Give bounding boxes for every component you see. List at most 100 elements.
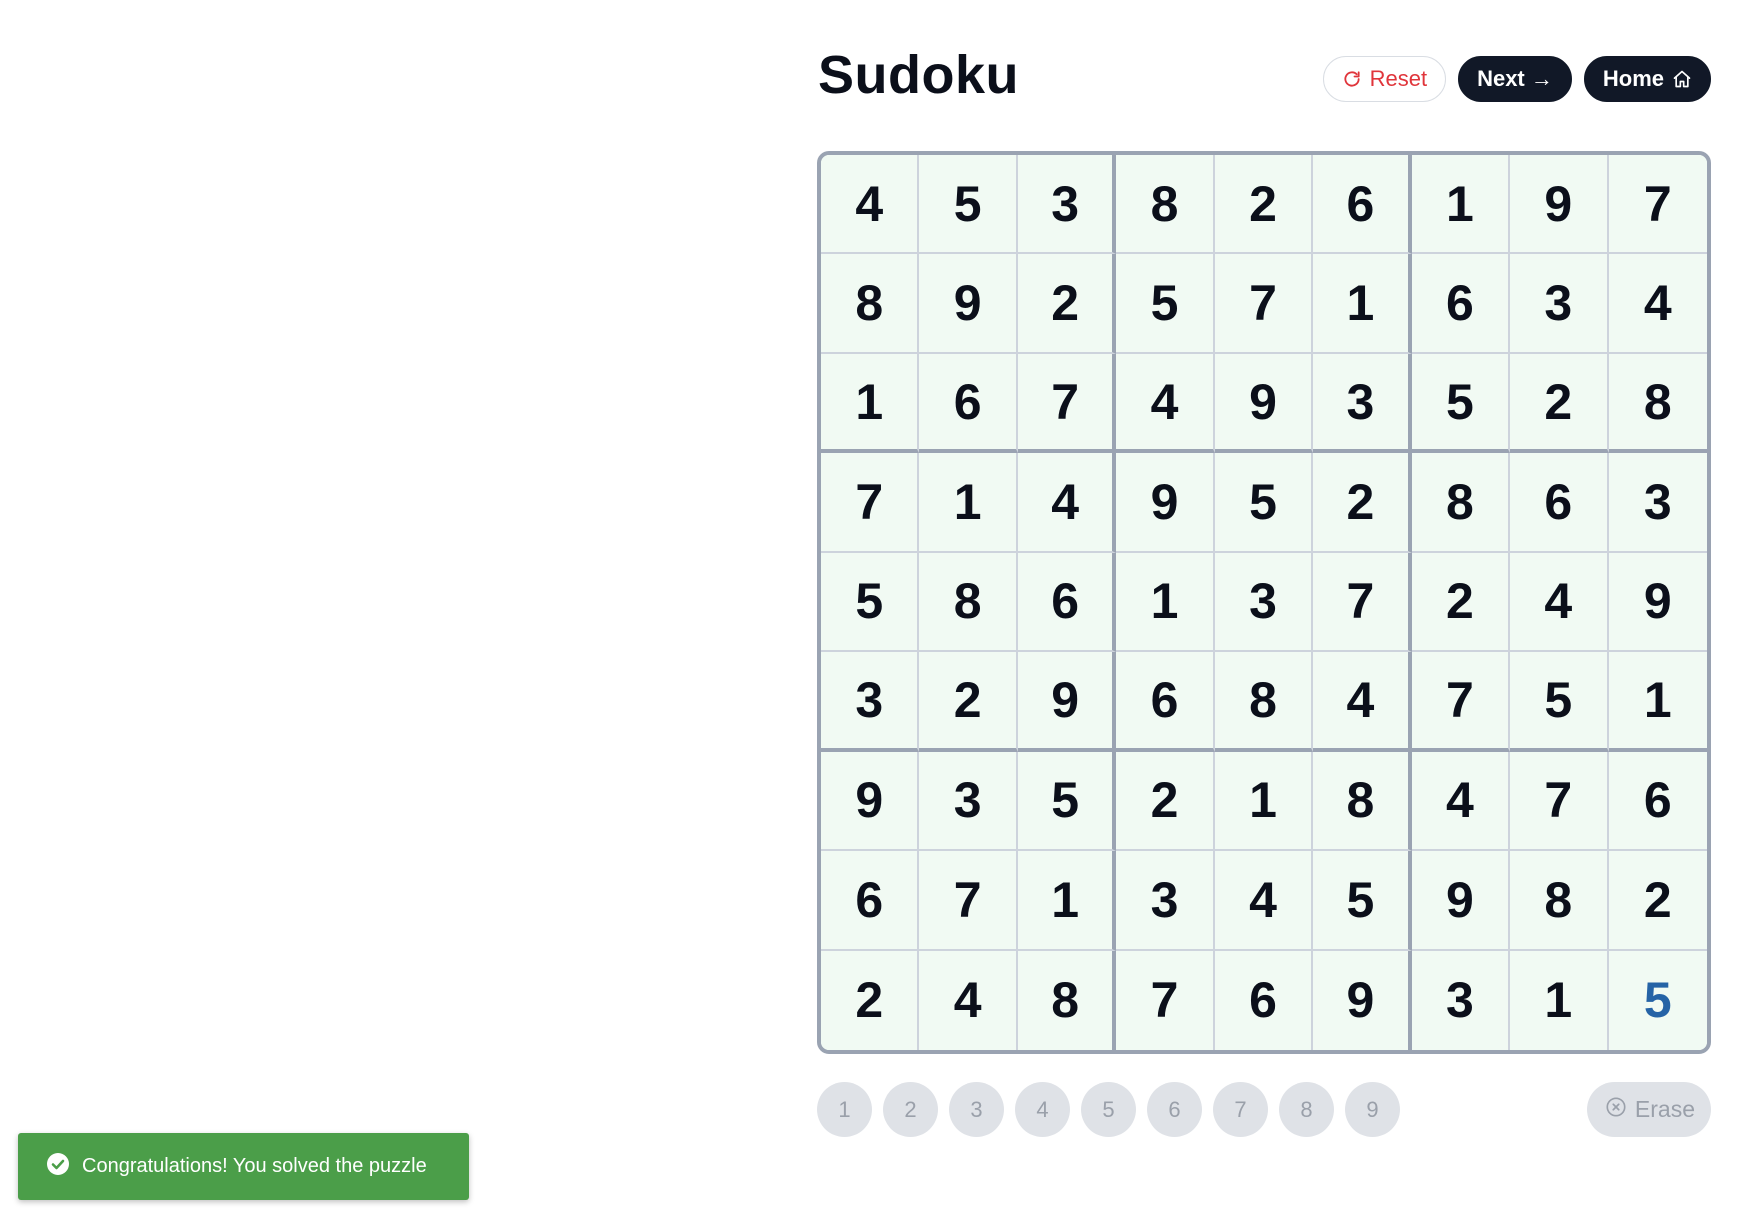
cell-r4-c1[interactable]: 7 [821,453,920,553]
cell-r1-c3[interactable]: 3 [1017,155,1117,255]
cell-r1-c6[interactable]: 6 [1313,155,1412,255]
cell-r8-c6[interactable]: 5 [1313,851,1412,951]
cell-r6-c5[interactable]: 8 [1214,652,1314,752]
cell-r6-c6[interactable]: 4 [1313,652,1412,752]
cell-r2-c7[interactable]: 6 [1411,254,1511,354]
sudoku-app: Sudoku Reset Next → Home 453826197 8 9 2… [0,0,1751,1212]
cell-r1-c7[interactable]: 1 [1411,155,1511,255]
cell-r1-c2[interactable]: 5 [919,155,1018,255]
cell-r1-c8[interactable]: 9 [1510,155,1609,255]
cell-r3-c1[interactable]: 1 [821,353,920,454]
cell-r4-c8[interactable]: 6 [1510,453,1609,553]
number-button-4[interactable]: 4 [1015,1082,1070,1137]
cell-r7-c4[interactable]: 2 [1116,751,1215,852]
sudoku-board: 4538261978925716341674935287149528635861… [817,151,1711,1054]
number-pad: 123456789 [817,1082,1400,1137]
cell-r5-c9[interactable]: 9 [1608,552,1707,653]
cell-r7-c5[interactable]: 1 [1214,751,1314,852]
cell-r5-c3[interactable]: 6 [1017,552,1117,653]
number-button-6[interactable]: 6 [1147,1082,1202,1137]
cell-r5-c4[interactable]: 1 [1116,552,1215,653]
cell-r9-c8[interactable]: 1 [1510,950,1609,1050]
cell-r2-c4[interactable]: 5 [1116,254,1215,354]
cell-r5-c6[interactable]: 7 [1313,552,1412,653]
cell-r8-c2[interactable]: 7 [919,851,1018,951]
number-button-8[interactable]: 8 [1279,1082,1334,1137]
cell-r9-c6[interactable]: 9 [1313,950,1412,1050]
cell-r6-c7[interactable]: 7 [1411,652,1511,752]
check-circle-icon [46,1152,70,1182]
cell-r7-c2[interactable]: 3 [919,751,1018,852]
cell-r2-c2[interactable]: 9 [919,254,1018,354]
cell-r2-c8[interactable]: 3 [1510,254,1609,354]
cell-r1-c4[interactable]: 8 [1116,155,1215,255]
cell-r8-c9[interactable]: 2 [1608,851,1707,951]
cell-r3-c3[interactable]: 7 [1017,353,1117,454]
cell-r2-c9[interactable]: 4 [1608,254,1707,354]
cell-r1-c9[interactable]: 7 [1608,155,1707,255]
cell-r3-c2[interactable]: 6 [919,353,1018,454]
cell-r7-c9[interactable]: 6 [1608,751,1707,852]
cell-r1-c5[interactable]: 2 [1214,155,1314,255]
cell-r6-c1[interactable]: 3 [821,652,920,752]
number-button-3[interactable]: 3 [949,1082,1004,1137]
cell-r5-c8[interactable]: 4 [1510,552,1609,653]
cell-r6-c2[interactable]: 2 [919,652,1018,752]
cell-r4-c6[interactable]: 2 [1313,453,1412,553]
cell-r4-c7[interactable]: 8 [1411,453,1511,553]
cell-r3-c7[interactable]: 5 [1411,353,1511,454]
cell-r5-c2[interactable]: 8 [919,552,1018,653]
cell-r3-c8[interactable]: 2 [1510,353,1609,454]
cell-r4-c9[interactable]: 3 [1608,453,1707,553]
cell-r4-c3[interactable]: 4 [1017,453,1117,553]
cell-r6-c9[interactable]: 1 [1608,652,1707,752]
cell-r2-c1[interactable]: 8 [821,254,920,354]
cell-r7-c7[interactable]: 4 [1411,751,1511,852]
cell-r9-c5[interactable]: 6 [1214,950,1314,1050]
cell-r4-c5[interactable]: 5 [1214,453,1314,553]
erase-button[interactable]: Erase [1586,1082,1711,1137]
cell-r8-c8[interactable]: 8 [1510,851,1609,951]
circle-x-icon [1605,1096,1627,1124]
cell-r7-c3[interactable]: 5 [1017,751,1117,852]
cell-r9-c1[interactable]: 2 [821,950,920,1050]
cell-r8-c1[interactable]: 6 [821,851,920,951]
cell-r6-c8[interactable]: 5 [1510,652,1609,752]
reset-button[interactable]: Reset [1322,56,1447,102]
cell-r3-c5[interactable]: 9 [1214,353,1314,454]
cell-r9-c9[interactable]: 5 [1608,950,1707,1050]
cell-r5-c5[interactable]: 3 [1214,552,1314,653]
cell-r9-c7[interactable]: 3 [1411,950,1511,1050]
cell-r3-c6[interactable]: 3 [1313,353,1412,454]
cell-r2-c5[interactable]: 7 [1214,254,1314,354]
cell-r8-c3[interactable]: 1 [1017,851,1117,951]
cell-r2-c3[interactable]: 2 [1017,254,1117,354]
cell-r3-c4[interactable]: 4 [1116,353,1215,454]
cell-r6-c3[interactable]: 9 [1017,652,1117,752]
cell-r2-c6[interactable]: 1 [1313,254,1412,354]
cell-r5-c1[interactable]: 5 [821,552,920,653]
cell-r5-c7[interactable]: 2 [1411,552,1511,653]
next-button[interactable]: Next → [1458,56,1572,102]
cell-r7-c6[interactable]: 8 [1313,751,1412,852]
cell-r4-c2[interactable]: 1 [919,453,1018,553]
home-button[interactable]: Home [1583,56,1711,102]
cell-r7-c1[interactable]: 9 [821,751,920,852]
cell-r7-c8[interactable]: 7 [1510,751,1609,852]
number-button-2[interactable]: 2 [883,1082,938,1137]
cell-r3-c9[interactable]: 8 [1608,353,1707,454]
cell-r9-c4[interactable]: 7 [1116,950,1215,1050]
cell-r1-c1[interactable]: 4 [821,155,920,255]
number-button-7[interactable]: 7 [1213,1082,1268,1137]
number-button-1[interactable]: 1 [817,1082,872,1137]
cell-r9-c3[interactable]: 8 [1017,950,1117,1050]
reset-button-label: Reset [1369,66,1428,91]
cell-r8-c4[interactable]: 3 [1116,851,1215,951]
cell-r4-c4[interactable]: 9 [1116,453,1215,553]
cell-r8-c5[interactable]: 4 [1214,851,1314,951]
cell-r6-c4[interactable]: 6 [1116,652,1215,752]
cell-r9-c2[interactable]: 4 [919,950,1018,1050]
number-button-5[interactable]: 5 [1081,1082,1136,1137]
cell-r8-c7[interactable]: 9 [1411,851,1511,951]
number-button-9[interactable]: 9 [1345,1082,1400,1137]
